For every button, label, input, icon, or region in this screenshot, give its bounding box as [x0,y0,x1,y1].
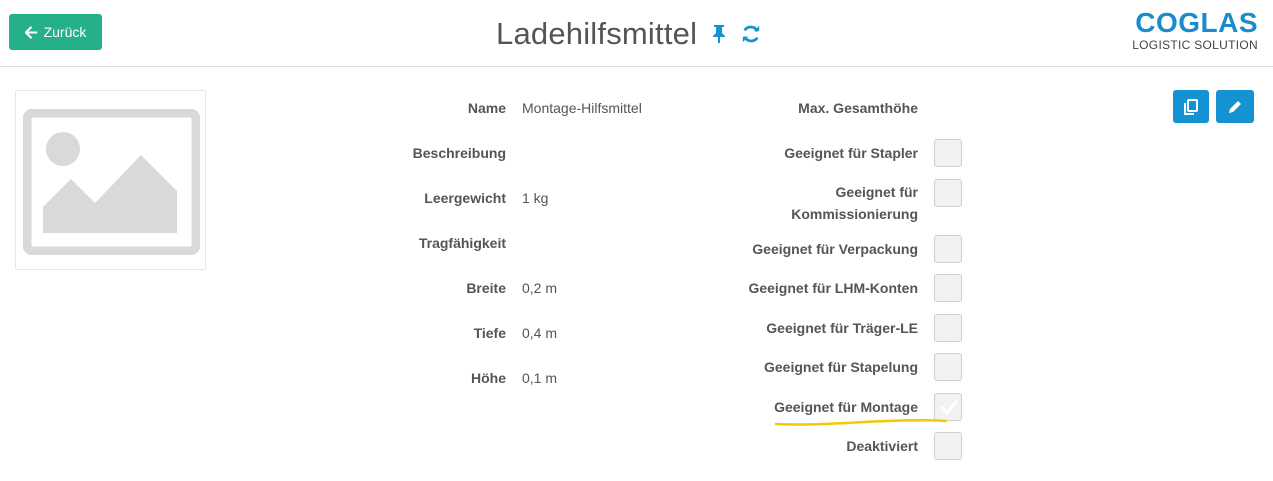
arrow-left-icon [24,25,37,39]
detail-row-capacity: Tragfähigkeit [356,233,506,253]
checkbox-stapler[interactable] [934,139,962,167]
checkbox-deactivated[interactable] [934,432,962,460]
checkmark-icon [940,400,958,415]
edit-icon [1229,100,1241,113]
detail-value: 0,4 m [522,325,558,341]
title-group: Ladehilfsmittel [496,14,761,54]
checkbox-carrier[interactable] [934,314,962,342]
image-placeholder [15,90,206,270]
header-bar: Zurück Ladehilfsmittel COGLAS LOGISTIC S… [0,0,1273,67]
edit-button[interactable] [1216,90,1254,123]
detail-row-depth: Tiefe [356,323,506,343]
page-title: Ladehilfsmittel [496,16,698,51]
checkbox-stacking[interactable] [934,353,962,381]
detail-row-width: Breite [356,278,506,298]
detail-label: Tiefe [473,325,506,341]
copy-button[interactable] [1173,90,1209,123]
flag-label-deactivated: Deaktiviert [846,438,918,454]
checkbox-lhm-accounts[interactable] [934,274,962,302]
max-height-label: Max. Gesamthöhe [798,100,918,116]
checkbox-packaging[interactable] [934,235,962,263]
detail-value: Montage-Hilfsmittel [522,100,642,116]
detail-label: Höhe [471,370,506,386]
flag-label-lhm-accounts: Geeignet für LHM-Konten [748,280,918,296]
company-logo: COGLAS LOGISTIC SOLUTION [1118,7,1258,53]
detail-label: Name [467,100,506,116]
flag-label-picking-line1: Geeignet für [835,184,918,200]
detail-label: Breite [466,280,506,296]
logo-sub-text: LOGISTIC SOLUTION [1132,38,1258,52]
detail-value: 1 kg [522,190,549,206]
highlight-underline [774,419,948,426]
pin-icon[interactable] [709,24,729,44]
flag-label-carrier: Geeignet für Träger-LE [766,320,918,336]
detail-label: Beschreibung [412,145,506,161]
back-button[interactable]: Zurück [9,14,102,50]
copy-icon [1184,98,1198,115]
flag-label-assembly: Geeignet für Montage [774,399,918,415]
detail-label: Tragfähigkeit [418,235,506,251]
flag-label-picking-line2: Kommissionierung [791,206,918,222]
detail-row-description: Beschreibung [356,143,506,163]
detail-label: Leergewicht [424,190,506,206]
detail-row-height: Höhe [356,368,506,388]
image-placeholder-icon [23,109,200,255]
detail-row-empty-weight: Leergewicht [356,188,506,208]
flag-label-packaging: Geeignet für Verpackung [752,241,918,257]
detail-row-name: Name [356,98,506,118]
flag-label-stapler: Geeignet für Stapler [784,145,918,161]
detail-value: 0,1 m [522,370,558,386]
checkbox-picking[interactable] [934,179,962,207]
detail-value: 0,2 m [522,280,558,296]
back-button-label: Zurück [43,24,87,40]
logo-main-text: COGLAS [1135,7,1258,38]
flag-label-stacking: Geeignet für Stapelung [763,359,918,375]
refresh-icon[interactable] [741,24,761,44]
